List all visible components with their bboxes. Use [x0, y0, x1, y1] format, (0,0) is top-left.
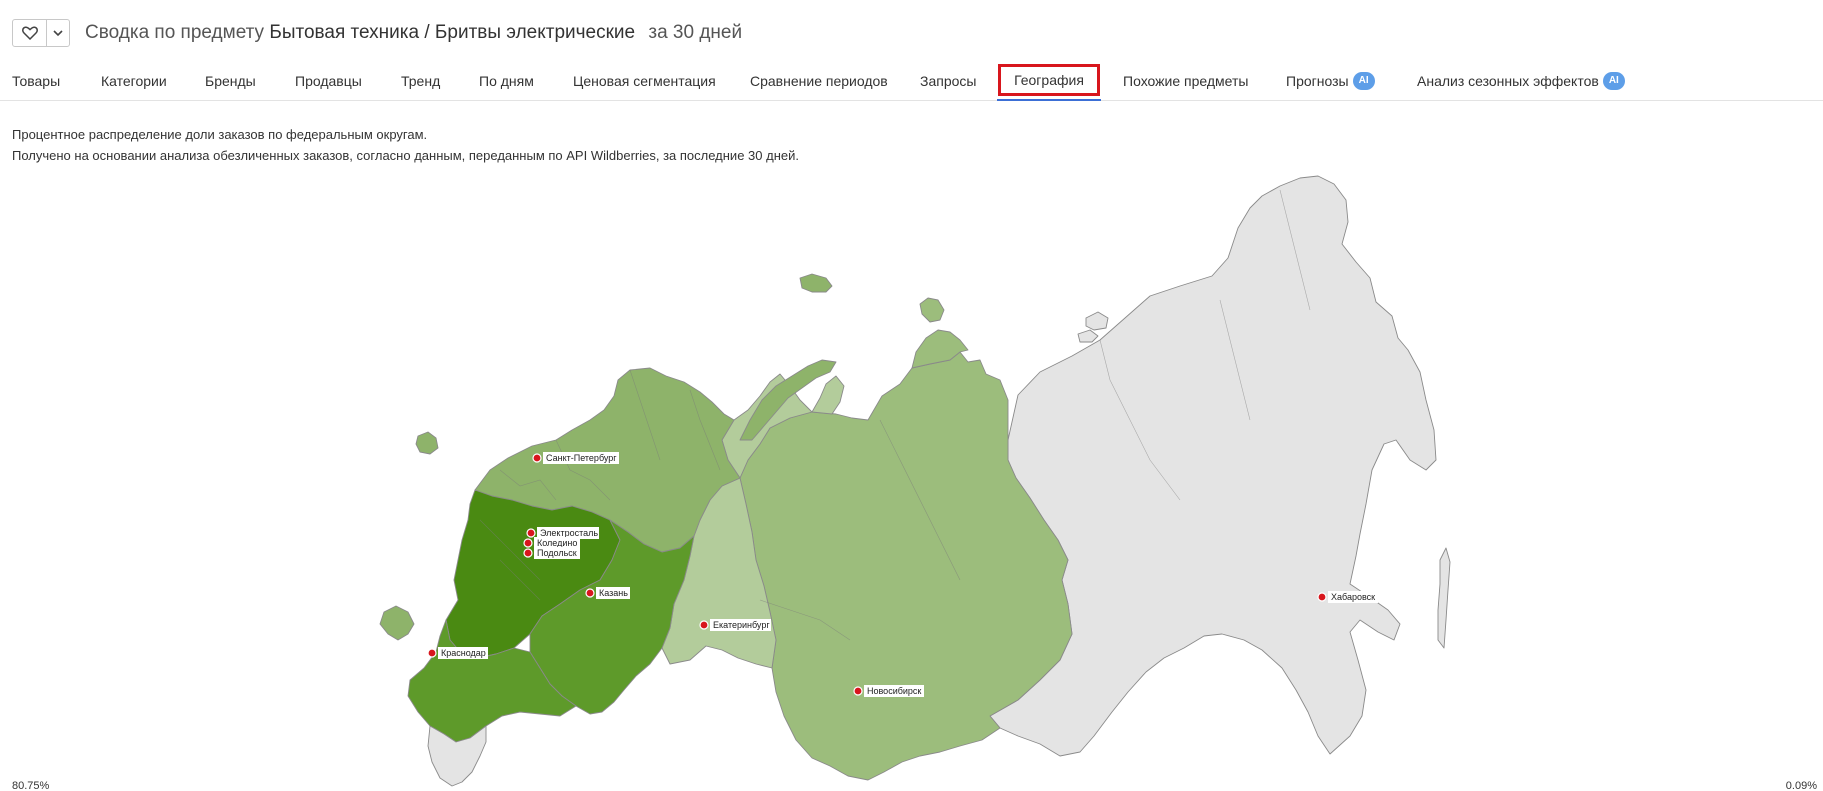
region-yamal[interactable] [811, 375, 845, 415]
city-label: Казань [599, 588, 628, 598]
tab-label: Анализ сезонных эффектов [1417, 72, 1599, 89]
description-line-1: Процентное распределение доли заказов по… [12, 127, 428, 142]
city-label: Краснодар [441, 648, 486, 658]
tab-label: Категории [101, 72, 167, 89]
tab-label: По дням [479, 72, 534, 89]
title-subject: Бытовая техника / Бритвы электрические [269, 22, 636, 43]
tab-label: Продавцы [295, 72, 362, 89]
ai-badge: AI [1602, 71, 1625, 90]
city-label: Санкт-Петербург [546, 453, 617, 463]
favorite-group [12, 19, 70, 47]
tab-similar-subjects[interactable]: Похожие предметы [1123, 60, 1248, 101]
ai-badge: AI [1352, 71, 1375, 90]
russia-map: Санкт-Петербург Электросталь Коледино По… [0, 160, 1823, 791]
tab-label: Ценовая сегментация [573, 72, 716, 89]
legend-min-value: 80.75% [12, 780, 50, 791]
tab-label: Запросы [920, 72, 977, 89]
city-saint-petersburg[interactable]: Санкт-Петербург [532, 452, 619, 464]
tab-price-segmentation[interactable]: Ценовая сегментация [573, 60, 716, 101]
city-label: Подольск [537, 548, 577, 558]
city-dot [853, 686, 863, 696]
city-dot [532, 453, 542, 463]
city-dot [699, 620, 709, 630]
region-kaliningrad[interactable] [415, 431, 439, 455]
tab-brendy[interactable]: Бренды [205, 60, 256, 101]
tab-prodavtsy[interactable]: Продавцы [295, 60, 362, 101]
city-dot [1317, 592, 1327, 602]
region-far-east[interactable] [989, 175, 1437, 757]
map-svg: Санкт-Петербург Электросталь Коледино По… [379, 175, 1451, 787]
title-prefix: Сводка по предмету [85, 22, 265, 43]
tab-period-comparison[interactable]: Сравнение периодов [750, 60, 888, 101]
tab-label: География [998, 63, 1100, 96]
page-header: Сводка по предмету Бытовая техника / Бри… [12, 18, 742, 48]
tab-prognozy[interactable]: Прогнозы AI [1286, 60, 1375, 101]
city-yekaterinburg[interactable]: Екатеринбург [699, 619, 771, 631]
tab-seasonal-analysis[interactable]: Анализ сезонных эффектов AI [1417, 60, 1625, 101]
tab-label: Прогнозы [1286, 72, 1349, 89]
region-sakhalin[interactable] [1437, 547, 1451, 649]
region-new-siberian-islands[interactable] [1085, 311, 1109, 331]
region-crimea[interactable] [379, 605, 415, 641]
legend-max-value: 0.09% [1785, 780, 1817, 791]
city-dot [427, 648, 437, 658]
region-franz-josef-land[interactable] [799, 273, 833, 293]
favorite-button[interactable] [13, 20, 47, 46]
tab-label: Тренд [401, 72, 441, 89]
tab-label: Сравнение периодов [750, 72, 888, 89]
tab-label: Товары [12, 72, 61, 89]
tab-label: Бренды [205, 72, 256, 89]
tab-trend[interactable]: Тренд [401, 60, 440, 101]
city-label: Электросталь [540, 528, 598, 538]
page-title: Сводка по предмету Бытовая техника / Бри… [85, 22, 742, 44]
tab-tovary[interactable]: Товары [12, 60, 60, 101]
heart-icon [21, 26, 38, 40]
region-wrangel[interactable] [1077, 329, 1099, 343]
tab-geografiya[interactable]: География [997, 60, 1101, 101]
city-label: Хабаровск [1331, 592, 1375, 602]
tab-bar: Товары Категории Бренды Продавцы Тренд П… [0, 60, 1823, 101]
tab-po-dnyam[interactable]: По дням [479, 60, 534, 101]
city-label: Екатеринбург [713, 620, 770, 630]
city-label: Новосибирск [867, 686, 921, 696]
chevron-down-icon [53, 30, 63, 37]
city-dot [526, 528, 536, 538]
region-severnaya-zemlya[interactable] [919, 297, 945, 323]
city-novosibirsk[interactable]: Новосибирск [853, 685, 924, 697]
title-period: за 30 дней [648, 22, 743, 43]
tab-zaprosy[interactable]: Запросы [920, 60, 976, 101]
city-dot [585, 588, 595, 598]
tab-label: Похожие предметы [1123, 72, 1249, 89]
city-dot [523, 548, 533, 558]
city-label: Коледино [537, 538, 577, 548]
tab-kategorii[interactable]: Категории [101, 60, 167, 101]
favorite-dropdown-button[interactable] [47, 20, 69, 46]
city-dot [523, 538, 533, 548]
